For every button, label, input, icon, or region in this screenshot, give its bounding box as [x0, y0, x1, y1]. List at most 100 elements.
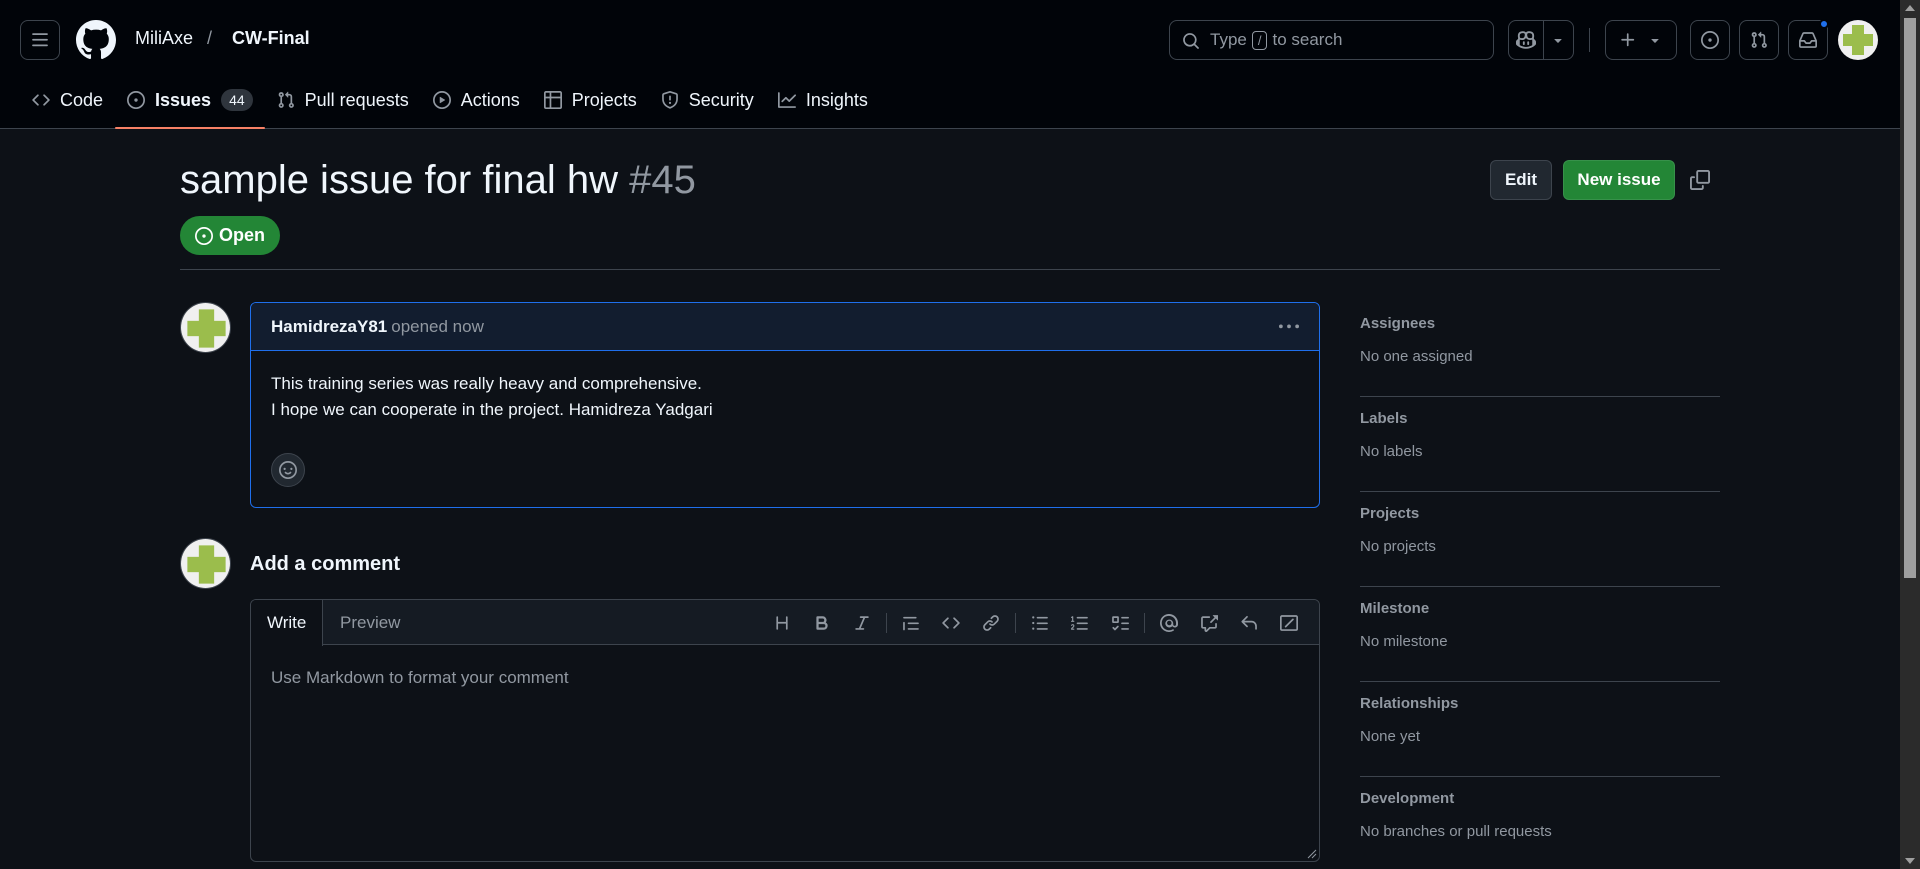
code-button[interactable]: [931, 607, 971, 639]
sidebar-value: No milestone: [1360, 633, 1448, 650]
sidebar-title[interactable]: Projects: [1360, 505, 1720, 525]
copilot-button-group: [1508, 20, 1574, 60]
search-suffix: to search: [1272, 30, 1343, 49]
resize-grip-icon: [1307, 849, 1317, 859]
toolbar-separator: [1144, 612, 1145, 633]
tab-preview[interactable]: Preview: [324, 600, 416, 646]
resize-handle[interactable]: [1307, 849, 1317, 859]
ordered-list-icon: [1071, 615, 1088, 630]
page-scrollbar[interactable]: [1900, 0, 1920, 869]
comment-body-line: This training series was really heavy an…: [271, 374, 702, 393]
tab-projects[interactable]: Projects: [532, 82, 649, 118]
copilot-dropdown-button[interactable]: [1544, 21, 1573, 59]
sidebar-labels: Labels No labels: [1360, 397, 1720, 492]
github-logo-icon[interactable]: [76, 20, 116, 60]
your-issues-button[interactable]: [1690, 20, 1730, 60]
sidebar-value: No branches or pull requests: [1360, 823, 1552, 840]
cross-reference-button[interactable]: [1189, 607, 1229, 639]
tab-actions[interactable]: Actions: [421, 82, 532, 118]
hamburger-icon: [32, 33, 48, 47]
tab-insights[interactable]: Insights: [766, 82, 880, 118]
tasklist-icon: [1112, 615, 1129, 630]
heading-button[interactable]: [762, 607, 802, 639]
user-avatar[interactable]: [1838, 20, 1878, 60]
comment-author[interactable]: HamidrezaY81: [271, 317, 387, 337]
global-header: MiliAxe / CW-Final Type / to search Code: [0, 0, 1900, 129]
comment-actions-button[interactable]: [1275, 315, 1303, 339]
bold-button[interactable]: [802, 607, 842, 639]
menu-button[interactable]: [20, 20, 60, 60]
repo-nav: Code Issues 44 Pull requests Actions Pro…: [20, 82, 880, 129]
markdown-tools: [762, 600, 1309, 645]
tab-pull-requests-label: Pull requests: [304, 89, 409, 110]
sidebar-title[interactable]: Assignees: [1360, 315, 1720, 335]
tasklist-button[interactable]: [1100, 607, 1140, 639]
tab-code[interactable]: Code: [20, 82, 115, 118]
search-prefix: Type: [1210, 30, 1247, 49]
sidebar-title[interactable]: Milestone: [1360, 600, 1720, 620]
quote-button[interactable]: [891, 607, 931, 639]
scroll-down-arrow[interactable]: [1905, 858, 1915, 864]
comment-body-line: I hope we can cooperate in the project. …: [271, 400, 713, 419]
tab-pull-requests[interactable]: Pull requests: [265, 82, 421, 118]
issues-count-badge: 44: [221, 89, 253, 111]
sidebar-title[interactable]: Development: [1360, 790, 1720, 810]
breadcrumb-separator: /: [207, 28, 213, 48]
tab-insights-label: Insights: [805, 89, 868, 110]
link-button[interactable]: [971, 607, 1011, 639]
issue-opened-icon: [127, 91, 146, 109]
copilot-button[interactable]: [1509, 21, 1544, 59]
breadcrumb-repo[interactable]: CW-Final: [232, 28, 310, 49]
search-input[interactable]: Type / to search: [1169, 20, 1494, 60]
breadcrumb-owner[interactable]: MiliAxe: [135, 28, 193, 49]
edit-button[interactable]: Edit: [1490, 160, 1552, 200]
tab-issues[interactable]: Issues 44: [115, 82, 265, 129]
sidebar-milestone: Milestone No milestone: [1360, 587, 1720, 682]
table-icon: [543, 91, 562, 109]
tab-security[interactable]: Security: [649, 82, 766, 118]
tab-actions-label: Actions: [460, 89, 520, 110]
create-new-button[interactable]: [1605, 20, 1677, 60]
toolbar-separator: [886, 612, 887, 633]
copy-icon: [1690, 170, 1710, 190]
new-issue-button[interactable]: New issue: [1563, 160, 1675, 200]
search-key-hint: /: [1251, 30, 1268, 50]
copilot-icon: [1515, 31, 1536, 49]
comment-textarea[interactable]: Use Markdown to format your comment: [271, 668, 569, 688]
saved-reply-button[interactable]: [1229, 607, 1269, 639]
italic-button[interactable]: [842, 607, 882, 639]
search-icon: [1183, 33, 1199, 49]
ordered-list-button[interactable]: [1060, 607, 1100, 639]
copy-link-button[interactable]: [1686, 166, 1714, 194]
tab-code-label: Code: [60, 89, 104, 110]
scroll-up-arrow[interactable]: [1905, 5, 1915, 11]
sidebar-title[interactable]: Labels: [1360, 410, 1720, 430]
comment-header: HamidrezaY81 opened now: [251, 303, 1319, 351]
code-icon: [32, 94, 50, 106]
sidebar-value: No one assigned: [1360, 348, 1473, 365]
tab-write[interactable]: Write: [251, 600, 324, 646]
add-comment-heading: Add a comment: [250, 553, 401, 575]
add-reaction-button[interactable]: [271, 453, 305, 487]
slash-command-button[interactable]: [1269, 607, 1309, 639]
smiley-icon: [279, 461, 297, 479]
your-pull-requests-button[interactable]: [1739, 20, 1779, 60]
mention-button[interactable]: [1149, 607, 1189, 639]
sidebar-development: Development No branches or pull requests: [1360, 777, 1720, 869]
scrollbar-thumb[interactable]: [1904, 18, 1916, 578]
unordered-list-button[interactable]: [1020, 607, 1060, 639]
code-icon: [942, 616, 960, 629]
sidebar-title[interactable]: Relationships: [1360, 695, 1720, 715]
issue-sidebar: Assignees No one assigned Labels No labe…: [1360, 302, 1720, 869]
comment-timestamp: opened now: [391, 316, 484, 336]
toolbar-separator: [1015, 612, 1016, 633]
header-divider: [1589, 28, 1590, 52]
italic-icon: [855, 615, 869, 630]
triangle-down-icon: [1651, 39, 1659, 43]
current-user-avatar[interactable]: [180, 538, 231, 589]
reply-icon: [1241, 615, 1257, 630]
plus-icon: [1621, 33, 1635, 47]
kebab-horizontal-icon: [1279, 324, 1299, 329]
comment-author-avatar[interactable]: [180, 302, 231, 353]
issue-state-label: Open: [219, 225, 266, 245]
